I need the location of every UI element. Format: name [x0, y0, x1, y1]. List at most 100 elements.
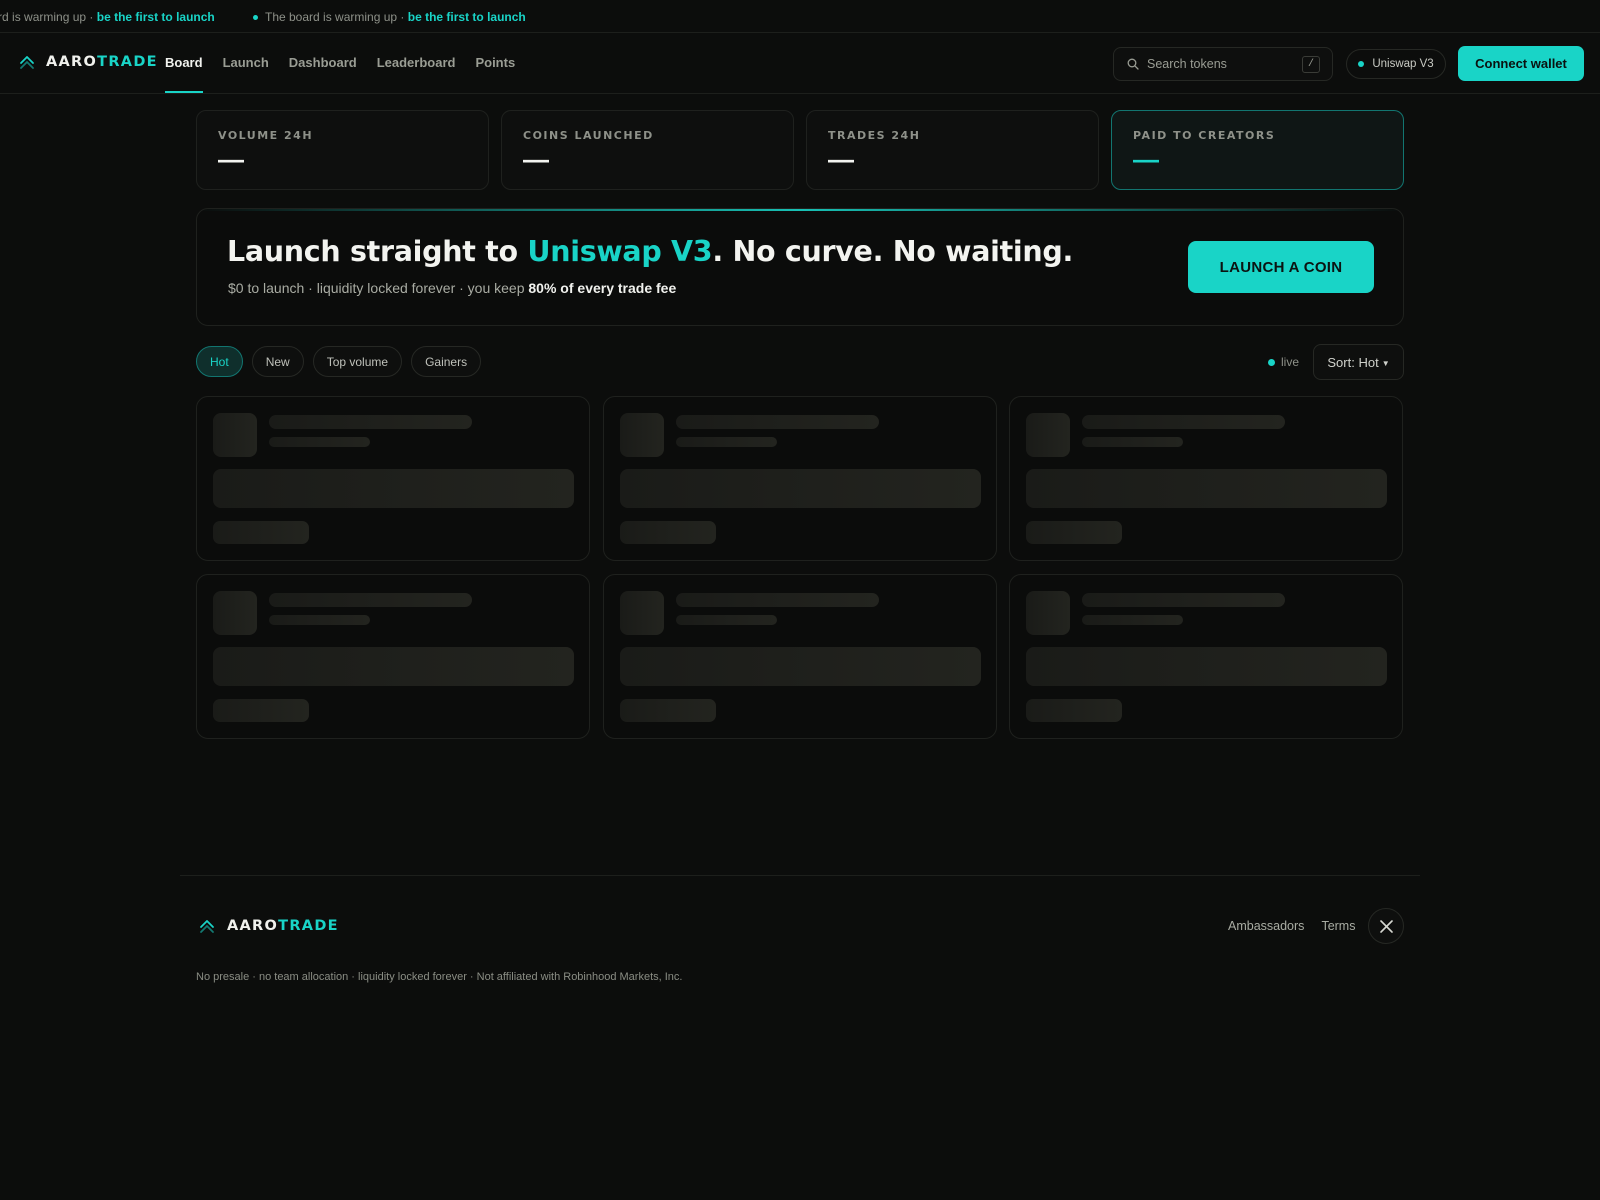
ticker-accent: be the first to launch: [407, 10, 526, 24]
network-status-dot: [1358, 61, 1365, 67]
skeleton-title: [269, 593, 472, 607]
skeleton-subtitle: [269, 437, 370, 447]
network-badge[interactable]: Uniswap V3: [1346, 49, 1446, 79]
launch-hero-banner: Launch straight to Uniswap V3. No curve.…: [196, 208, 1404, 326]
brand-logo[interactable]: AAROTRADE: [18, 53, 158, 71]
skeleton-title: [676, 415, 879, 429]
skeleton-subtitle: [676, 437, 777, 447]
x-social-button[interactable]: [1368, 908, 1404, 944]
announcement-ticker: The board is warming up · be the first t…: [0, 0, 1600, 33]
nav-points[interactable]: Points: [475, 33, 515, 93]
skeleton-title: [676, 593, 879, 607]
skeleton-chart: [1026, 647, 1387, 686]
double-chevron-up-icon: [20, 56, 34, 69]
stat-coins-launched: COINS LAUNCHED —: [501, 110, 794, 190]
filter-new[interactable]: New: [251, 346, 304, 377]
connect-wallet-button[interactable]: Connect wallet: [1458, 46, 1584, 81]
stat-trades-24h: TRADES 24H —: [806, 110, 1099, 190]
caret-down-icon: ▼: [1381, 358, 1390, 368]
stat-paid-to-creators: PAID TO CREATORS —: [1111, 110, 1404, 190]
filter-hot[interactable]: Hot: [196, 346, 243, 377]
footer-divider: [180, 875, 1420, 876]
filter-top-volume[interactable]: Top volume: [312, 346, 403, 377]
coin-card-skeleton: [603, 396, 997, 561]
search-input[interactable]: [1147, 54, 1297, 74]
ticker-text: The board is warming up ·: [0, 10, 94, 24]
ticker-item: The board is warming up · be the first t…: [0, 10, 215, 24]
network-label: Uniswap V3: [1372, 58, 1434, 70]
footer-link-ambassadors[interactable]: Ambassadors: [1228, 919, 1304, 933]
hero-subtitle: $0 to launch · liquidity locked forever …: [228, 280, 677, 296]
footer-brand-wordmark: AAROTRADE: [227, 918, 339, 934]
skeleton-subtitle: [676, 615, 777, 625]
skeleton-avatar: [620, 591, 664, 635]
stat-label: VOLUME 24H: [218, 129, 314, 142]
footer-links: Ambassadors Terms: [1228, 919, 1372, 933]
skeleton-chart: [620, 469, 981, 508]
search-shortcut-key: /: [1302, 56, 1320, 73]
stat-value: —: [828, 144, 854, 174]
filter-gainers[interactable]: Gainers: [411, 346, 482, 377]
skeleton-subtitle: [269, 615, 370, 625]
coin-card-skeleton: [603, 574, 997, 739]
skeleton-subtitle: [1082, 615, 1183, 625]
sort-dropdown[interactable]: Sort: Hot ▼: [1313, 344, 1404, 380]
main-nav: Board Launch Dashboard Leaderboard Point…: [165, 33, 535, 93]
brand-wordmark: AAROTRADE: [46, 54, 158, 70]
nav-launch[interactable]: Launch: [223, 33, 269, 93]
footer-disclaimer: No presale · no team allocation · liquid…: [196, 971, 683, 983]
live-indicator: live: [1268, 355, 1299, 369]
coin-card-skeleton: [1009, 396, 1403, 561]
skeleton-pill: [213, 699, 309, 722]
stat-label: PAID TO CREATORS: [1133, 129, 1276, 142]
skeleton-pill: [1026, 521, 1122, 544]
footer-link-terms[interactable]: Terms: [1321, 919, 1355, 933]
skeleton-avatar: [213, 591, 257, 635]
stat-label: TRADES 24H: [828, 129, 921, 142]
double-chevron-up-icon: [200, 920, 214, 933]
live-dot: [1268, 358, 1275, 366]
x-icon: [1379, 919, 1393, 933]
live-label: live: [1281, 355, 1300, 369]
search-box[interactable]: /: [1113, 47, 1333, 81]
skeleton-pill: [213, 521, 309, 544]
skeleton-chart: [620, 647, 981, 686]
top-nav-bar: AAROTRADE Board Launch Dashboard Leaderb…: [0, 33, 1600, 94]
ticker-dot: [253, 15, 258, 21]
skeleton-avatar: [1026, 591, 1070, 635]
skeleton-title: [269, 415, 472, 429]
skeleton-chart: [213, 469, 574, 508]
skeleton-avatar: [620, 413, 664, 457]
ticker-accent: be the first to launch: [96, 10, 215, 24]
sort-label: Sort: Hot: [1327, 354, 1379, 370]
skeleton-title: [1082, 593, 1285, 607]
skeleton-chart: [1026, 469, 1387, 508]
ticker-item: The board is warming up · be the first t…: [253, 10, 526, 24]
hero-title-accent: Uniswap V3: [527, 235, 713, 268]
stat-value: —: [218, 144, 244, 174]
coin-card-skeleton: [1009, 574, 1403, 739]
hero-subtitle-emphasis: 80% of every trade fee: [528, 280, 677, 296]
footer-brand-logo[interactable]: AAROTRADE: [198, 917, 339, 935]
search-icon: [1127, 58, 1139, 70]
coin-card-skeleton: [196, 574, 590, 739]
skeleton-pill: [620, 521, 716, 544]
coin-card-skeleton: [196, 396, 590, 561]
skeleton-chart: [213, 647, 574, 686]
stat-volume-24h: VOLUME 24H —: [196, 110, 489, 190]
skeleton-title: [1082, 415, 1285, 429]
launch-coin-button[interactable]: LAUNCH A COIN: [1188, 241, 1374, 293]
skeleton-pill: [620, 699, 716, 722]
stat-label: COINS LAUNCHED: [523, 129, 654, 142]
hero-accent-line: [197, 209, 1403, 211]
skeleton-avatar: [213, 413, 257, 457]
nav-board[interactable]: Board: [165, 33, 203, 93]
skeleton-pill: [1026, 699, 1122, 722]
nav-dashboard[interactable]: Dashboard: [289, 33, 357, 93]
hero-title: Launch straight to Uniswap V3. No curve.…: [227, 235, 1074, 268]
board-filter-tabs: Hot New Top volume Gainers: [196, 346, 490, 377]
skeleton-subtitle: [1082, 437, 1183, 447]
ticker-text: The board is warming up ·: [265, 10, 408, 24]
stat-value: —: [1133, 144, 1159, 174]
nav-leaderboard[interactable]: Leaderboard: [377, 33, 456, 93]
